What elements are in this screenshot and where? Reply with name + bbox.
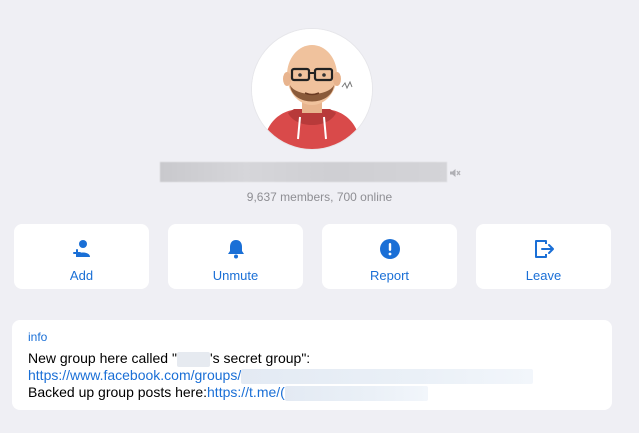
info-line-1-suffix: 's secret group": — [209, 350, 311, 366]
redacted-link-telegram — [284, 385, 428, 401]
report-button[interactable]: Report — [322, 224, 457, 289]
info-line-2: https://www.facebook.com/groups/ — [28, 367, 596, 384]
info-line-1-prefix: New group here called " — [28, 350, 177, 366]
info-line-1: New group here called " 's secret group": — [28, 350, 596, 367]
bell-icon — [225, 238, 247, 265]
leave-icon — [533, 238, 555, 265]
unmute-button[interactable]: Unmute — [168, 224, 303, 289]
action-bar: Add Unmute Report Leave — [14, 224, 611, 289]
unmute-button-label: Unmute — [212, 268, 259, 283]
add-button[interactable]: Add — [14, 224, 149, 289]
redacted-link-facebook — [241, 368, 534, 384]
info-line-3-prefix: Backed up group posts here: — [28, 384, 208, 400]
info-card: info New group here called " 's secret gr… — [12, 320, 612, 410]
telegram-link[interactable]: https://t.me/( — [207, 384, 285, 400]
info-line-3: Backed up group posts here:https://t.me/… — [28, 384, 596, 401]
muted-speaker-icon — [449, 166, 461, 178]
add-user-icon — [71, 238, 93, 265]
leave-button-label: Leave — [525, 268, 562, 283]
member-count: 9,637 members, 700 online — [246, 190, 393, 204]
group-avatar[interactable] — [252, 29, 372, 149]
redacted-name — [176, 351, 210, 367]
add-button-label: Add — [69, 268, 94, 283]
group-name-row — [160, 162, 480, 182]
leave-button[interactable]: Leave — [476, 224, 611, 289]
info-title: info — [28, 330, 48, 344]
report-button-label: Report — [369, 268, 410, 283]
group-name-redacted — [160, 162, 447, 182]
exclamation-icon — [379, 238, 401, 265]
avatar-illustration — [252, 29, 372, 149]
facebook-group-link[interactable]: https://www.facebook.com/groups/ — [28, 367, 241, 383]
